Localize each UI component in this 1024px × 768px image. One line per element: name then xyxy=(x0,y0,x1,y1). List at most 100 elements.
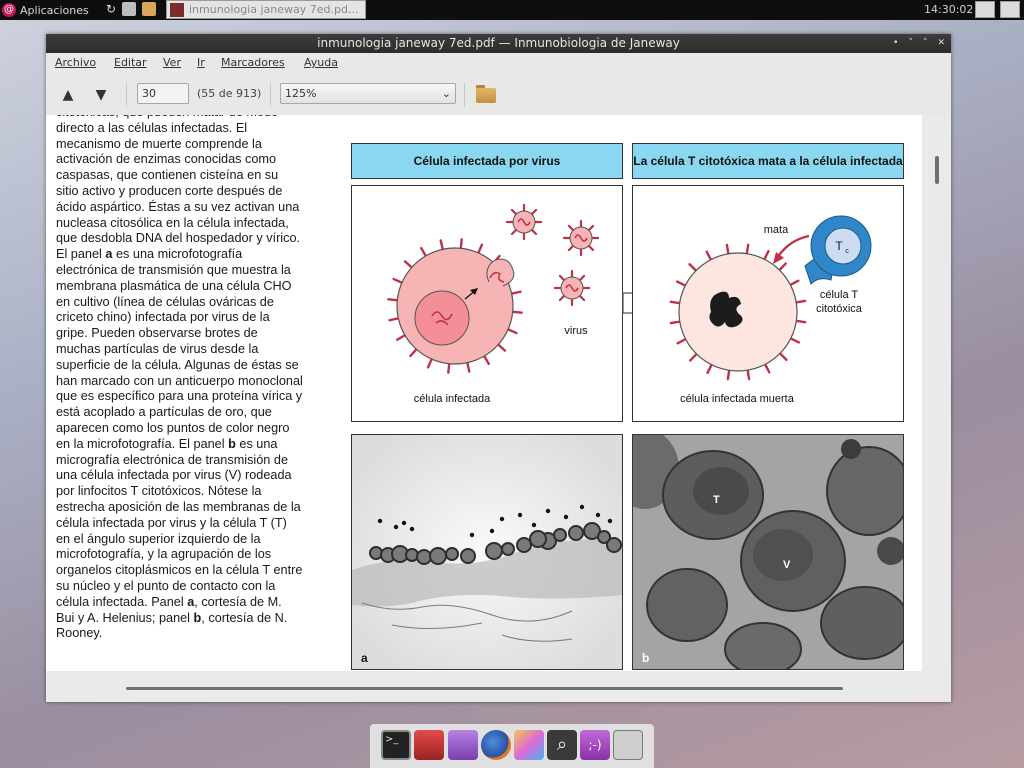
clock[interactable]: 14:30:02 xyxy=(924,3,973,16)
caption-line: aparecen como los puntos de color negro xyxy=(56,420,290,435)
caption-line: caspasas, que contienen cisteína en su xyxy=(56,168,279,183)
applications-menu[interactable]: @ Aplicaciones xyxy=(2,1,89,19)
menu-archivo[interactable]: Archivo xyxy=(55,56,96,69)
budding-virus xyxy=(486,258,515,287)
infected-cell-diagram: virus célula infectada xyxy=(351,185,623,422)
gold-particle xyxy=(401,520,407,526)
top-panel: @ Aplicaciones ↻ inmunologia janeway 7ed… xyxy=(0,0,1024,20)
gold-particle xyxy=(409,526,415,532)
caption-line: una célula infectada por virus (V) rodea… xyxy=(56,468,292,483)
gold-particle xyxy=(489,528,495,534)
pdf-page: citotóxicas, que pueden matar de mododir… xyxy=(46,115,922,671)
tcell-nucleus xyxy=(824,227,862,265)
caption-line: superficie de la célula. Algunas de ésta… xyxy=(56,357,299,372)
minimize-button[interactable]: ˅ xyxy=(908,34,913,53)
menubar: Archivo Editar Ver Ir Marcadores Ayuda xyxy=(46,53,951,75)
reload-icon[interactable]: ↻ xyxy=(104,2,118,16)
workspace-switcher[interactable] xyxy=(975,1,995,18)
caption-line: nucleasa citosólica en la célula infecta… xyxy=(56,215,289,230)
ebook-reader-icon[interactable] xyxy=(448,730,478,760)
micrograph-b-svg: T V b xyxy=(633,435,903,669)
mixer-icon[interactable] xyxy=(613,730,643,760)
open-document-button[interactable] xyxy=(476,85,496,103)
paint-icon[interactable] xyxy=(514,730,544,760)
virus-bud xyxy=(501,542,515,556)
toolbar: ▲ ▼ (55 de 913) 125% ⌄ xyxy=(46,75,951,115)
zoom-value: 125% xyxy=(285,87,317,100)
dead-cell-label: célula infectada muerta xyxy=(680,393,795,405)
close-button[interactable]: ✕ xyxy=(937,34,945,53)
caption-line: en la microfotografía. El panel b es una xyxy=(56,436,278,451)
gold-particle xyxy=(607,518,613,524)
search-icon[interactable]: ⌕ xyxy=(547,730,577,760)
photo-b-v-label: V xyxy=(783,559,791,571)
virus-bud xyxy=(485,542,503,560)
taskbar-window-button[interactable]: inmunologia janeway 7ed.pd... xyxy=(166,0,366,19)
caption-line: que es específico para una proteína víri… xyxy=(56,389,303,404)
app-store-icon[interactable] xyxy=(414,730,444,760)
pdf-thumbnail-icon xyxy=(170,3,184,17)
tcell-label-line1: célula T xyxy=(820,289,859,301)
photo-b-t-label: T xyxy=(713,494,720,506)
document-view[interactable]: citotóxicas, que pueden matar de mododir… xyxy=(46,115,951,702)
caption-line: célula infectada. Panel a, cortesía de M… xyxy=(56,594,282,609)
menu-ver[interactable]: Ver xyxy=(163,56,181,69)
tc-label: T xyxy=(835,239,843,253)
micrograph-a: a xyxy=(351,434,623,670)
caption-line: organelos citoplásmicos en la célula T e… xyxy=(56,563,303,578)
window-titlebar[interactable]: inmunologia janeway 7ed.pdf — Inmunobiol… xyxy=(46,34,951,53)
virion xyxy=(553,269,591,307)
toolbar-separator xyxy=(270,83,271,107)
show-desktop-button[interactable] xyxy=(1000,1,1020,18)
virus-bud xyxy=(429,547,447,565)
tcell-label-line2: citotóxica xyxy=(816,303,863,315)
gold-particle xyxy=(545,508,551,514)
menu-marcadores[interactable]: Marcadores xyxy=(221,56,285,69)
virus-bud xyxy=(416,549,432,565)
caption-line: muchas partículas de virus desde la xyxy=(56,341,259,356)
arrow-up-icon: ▲ xyxy=(62,87,74,103)
window-menu-button[interactable]: • xyxy=(893,34,898,53)
caption-line: activación de enzimas conocidas como xyxy=(56,152,277,167)
files-icon[interactable] xyxy=(142,2,156,16)
window-icon[interactable] xyxy=(122,2,136,16)
menu-ir[interactable]: Ir xyxy=(197,56,205,69)
virion xyxy=(505,203,543,241)
dock: >_ ⌕ ;-) xyxy=(370,724,654,768)
next-page-button[interactable]: ▼ xyxy=(91,85,111,105)
caption-line: en cultivo (línea de células ováricas de xyxy=(56,294,274,309)
figure-caption: citotóxicas, que pueden matar de mododir… xyxy=(56,115,321,642)
vertical-scrollbar[interactable] xyxy=(935,156,939,184)
caption-line: su núcleo y el punto de contacto con la xyxy=(56,578,276,593)
virus-bud xyxy=(369,546,383,560)
virus-bud xyxy=(553,528,567,542)
tc-subscript: c xyxy=(845,248,849,255)
virus-bud xyxy=(460,548,476,564)
arrow-down-icon: ▼ xyxy=(95,87,107,103)
gold-particle xyxy=(579,504,585,510)
terminal-icon[interactable]: >_ xyxy=(381,730,411,760)
toolbar-separator xyxy=(464,83,465,107)
gold-particle xyxy=(499,516,505,522)
photo-b-label: b xyxy=(642,651,649,665)
pdf-viewer-window: inmunologia janeway 7ed.pdf — Inmunobiol… xyxy=(46,34,951,702)
kill-arrow xyxy=(776,234,810,259)
gold-particle xyxy=(563,514,569,520)
virus-bud xyxy=(606,537,622,553)
zoom-select[interactable]: 125% ⌄ xyxy=(280,83,456,104)
menu-editar[interactable]: Editar xyxy=(114,56,147,69)
caption-line: microfotografía, y la agrupación de los xyxy=(56,547,272,562)
previous-page-button[interactable]: ▲ xyxy=(58,85,78,105)
page-number-input[interactable] xyxy=(137,83,189,104)
horizontal-scrollbar[interactable] xyxy=(126,687,843,690)
firefox-icon[interactable] xyxy=(481,730,511,760)
menu-ayuda[interactable]: Ayuda xyxy=(304,56,338,69)
caption-line: Bui y A. Helenius; panel b, cortesía de … xyxy=(56,610,288,625)
virus-bud xyxy=(405,548,419,562)
maximize-button[interactable]: ˄ xyxy=(923,34,928,53)
chat-icon[interactable]: ;-) xyxy=(580,730,610,760)
gold-particle xyxy=(469,532,475,538)
toolbar-separator xyxy=(126,83,127,107)
caption-line: célula infectada por virus y la célula T… xyxy=(56,515,287,530)
caption-line: directo a las células infectadas. El xyxy=(56,120,248,135)
